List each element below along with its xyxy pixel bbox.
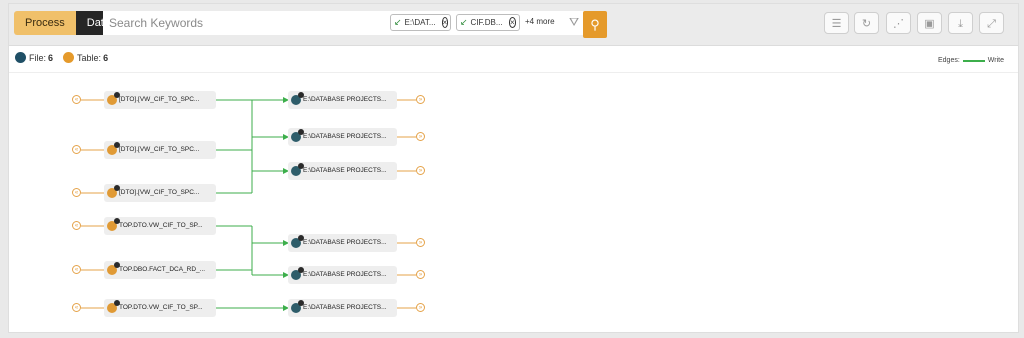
expand-upstream-icon[interactable]: «	[72, 145, 81, 154]
expand-downstream-icon[interactable]: »	[416, 95, 425, 104]
table-node-label: TOP.DBO.FACT_DCA_RD_...	[119, 266, 206, 273]
table-node[interactable]: TOP.DBO.FACT_DCA_RD_...	[104, 261, 216, 279]
file-node[interactable]: E:\DATABASE PROJECTS...	[288, 128, 397, 146]
table-node[interactable]: [DTO].[VW_CIF_TO_SPC...	[104, 184, 216, 202]
table-node[interactable]: TOP.DTO.VW_CIF_TO_SP...	[104, 299, 216, 317]
file-node-label: E:\DATABASE PROJECTS...	[303, 304, 387, 311]
expand-downstream-icon[interactable]: »	[416, 238, 425, 247]
node-badge	[114, 92, 120, 98]
table-node-label: TOP.DTO.VW_CIF_TO_SP...	[119, 304, 203, 311]
expand-downstream-icon[interactable]: »	[416, 132, 425, 141]
node-badge	[298, 235, 304, 241]
table-node[interactable]: [DTO].[VW_CIF_TO_SPC...	[104, 91, 216, 109]
node-badge	[114, 262, 120, 268]
lineage-edges	[81, 97, 416, 311]
node-badge	[114, 142, 120, 148]
expand-downstream-icon[interactable]: »	[416, 166, 425, 175]
table-node-label: [DTO].[VW_CIF_TO_SPC...	[119, 96, 200, 103]
node-badge	[298, 129, 304, 135]
expand-downstream-icon[interactable]: »	[416, 303, 425, 312]
file-node-label: E:\DATABASE PROJECTS...	[303, 271, 387, 278]
file-node[interactable]: E:\DATABASE PROJECTS...	[288, 299, 397, 317]
node-badge	[114, 185, 120, 191]
expand-upstream-icon[interactable]: «	[72, 221, 81, 230]
file-node[interactable]: E:\DATABASE PROJECTS...	[288, 266, 397, 284]
file-node[interactable]: E:\DATABASE PROJECTS...	[288, 91, 397, 109]
table-node[interactable]: [DTO].[VW_CIF_TO_SPC...	[104, 141, 216, 159]
file-node-label: E:\DATABASE PROJECTS...	[303, 167, 387, 174]
table-node-label: [DTO].[VW_CIF_TO_SPC...	[119, 189, 200, 196]
node-badge	[298, 267, 304, 273]
file-node-label: E:\DATABASE PROJECTS...	[303, 239, 387, 246]
file-node-label: E:\DATABASE PROJECTS...	[303, 96, 387, 103]
table-node-label: [DTO].[VW_CIF_TO_SPC...	[119, 146, 200, 153]
expand-upstream-icon[interactable]: «	[72, 188, 81, 197]
file-node-label: E:\DATABASE PROJECTS...	[303, 133, 387, 140]
node-badge	[298, 92, 304, 98]
file-node[interactable]: E:\DATABASE PROJECTS...	[288, 234, 397, 252]
table-node-label: TOP.DTO.VW_CIF_TO_SP...	[119, 222, 203, 229]
table-node[interactable]: TOP.DTO.VW_CIF_TO_SP...	[104, 217, 216, 235]
expand-upstream-icon[interactable]: «	[72, 303, 81, 312]
node-badge	[114, 300, 120, 306]
node-badge	[298, 163, 304, 169]
node-badge	[298, 300, 304, 306]
expand-upstream-icon[interactable]: «	[72, 95, 81, 104]
file-node[interactable]: E:\DATABASE PROJECTS...	[288, 162, 397, 180]
expand-downstream-icon[interactable]: »	[416, 270, 425, 279]
node-badge	[114, 218, 120, 224]
expand-upstream-icon[interactable]: «	[72, 265, 81, 274]
